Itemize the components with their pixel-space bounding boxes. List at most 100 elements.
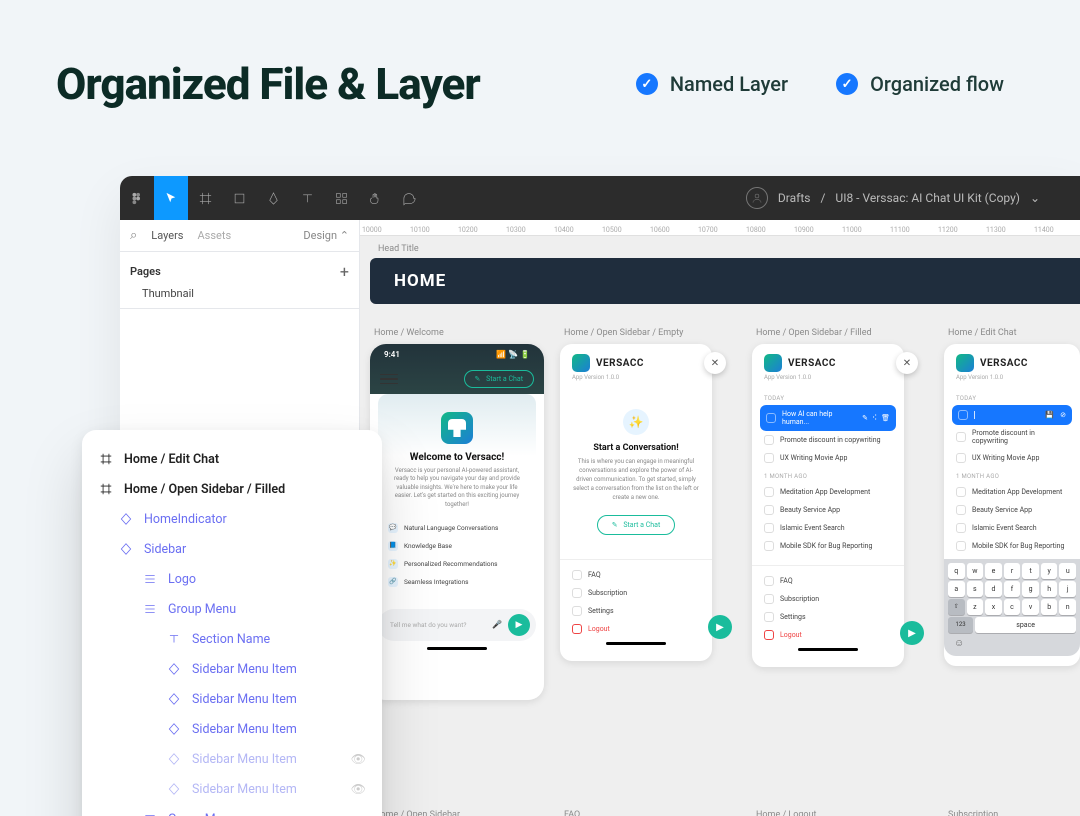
welcome-title: Welcome to Versacc! [388,452,526,463]
home-indicator [606,642,666,645]
figma-canvas[interactable]: 1000010100102001030010400105001060010700… [360,220,1080,816]
layer-group[interactable]: Group Menu [90,594,374,624]
layer-component[interactable]: HomeIndicator [90,504,374,534]
layer-component[interactable]: Sidebar Menu Item [90,654,374,684]
frame-label: Home / Open Sidebar / Filled [756,328,904,338]
section-today: TODAY [944,389,1080,405]
sidebar-item[interactable]: Promote discount in copywriting [752,431,904,449]
diamond-icon [166,751,182,767]
layer-component[interactable]: Sidebar Menu Item [90,684,374,714]
chevron-down-icon[interactable]: ⌄ [1030,191,1040,205]
sidebar-item[interactable]: Meditation App Development [752,483,904,501]
sidebar-logout[interactable]: Logout [560,620,712,638]
send-button: ▶ [900,621,924,645]
layer-component[interactable]: Sidebar [90,534,374,564]
phone-welcome[interactable]: 9:41 📶 📡 🔋 ✎ Start a Chat Welcome to Ver… [370,344,544,700]
mic-icon[interactable]: 🎤 [492,620,502,629]
sidebar-item[interactable]: Mobile SDK for Bug Reporting [752,537,904,555]
diamond-icon [118,511,134,527]
status-icons: 📶 📡 🔋 [496,350,530,359]
layer-text[interactable]: Section Name [90,624,374,654]
sidebar-logout[interactable]: Logout [752,626,904,644]
section-month: 1 MONTH AGO [752,467,904,483]
home-indicator [798,648,858,651]
sidebar-item[interactable]: Meditation App Development [944,483,1080,501]
home-title-frame[interactable]: HOME [370,258,1080,304]
frame-label: FAQ [564,810,580,816]
sidebar-settings[interactable]: Settings [560,602,712,620]
sidebar-faq[interactable]: FAQ [560,566,712,584]
send-button[interactable]: ▶ [508,614,530,636]
layer-group[interactable]: Group Menu [90,804,374,816]
user-avatar-icon [746,187,768,209]
sidebar-item[interactable]: Promote discount in copywriting [944,425,1080,449]
frame-tool-icon[interactable] [188,176,222,220]
send-button: ▶ [708,615,732,639]
diamond-icon [166,781,182,797]
close-icon[interactable]: ✕ [704,352,726,374]
head-title-label: Head Title [378,244,419,254]
chat-icon: 💬 [388,523,398,533]
sidebar-subscription[interactable]: Subscription [560,584,712,602]
figma-logo-icon[interactable] [120,176,154,220]
app-version: App Version 1.0.0 [944,374,1080,389]
sidebar-item-editing[interactable]: 💾⊘ [952,405,1072,425]
sidebar-item[interactable]: UX Writing Movie App [752,449,904,467]
emoji-icon[interactable]: ☺ [954,638,964,649]
move-tool-icon[interactable] [154,176,188,220]
text-tool-icon[interactable] [290,176,324,220]
shape-tool-icon[interactable] [222,176,256,220]
group-icon [142,811,158,816]
diamond-icon [166,691,182,707]
wand-icon: ✨ [623,409,649,435]
book-icon: 📘 [388,541,398,551]
sidebar-empty[interactable]: ✕ VERSACC App Version 1.0.0 ✨ Start a Co… [560,344,712,661]
visibility-icon[interactable]: 👁 [351,782,366,796]
start-chat-button[interactable]: ✎ Start a Chat [597,515,676,535]
close-icon[interactable]: ✕ [896,352,918,374]
layer-component[interactable]: Sidebar Menu Item [90,714,374,744]
layer-frame[interactable]: Home / Open Sidebar / Filled [90,474,374,504]
visibility-icon[interactable]: 👁 [351,752,366,766]
conv-title: Start a Conversation! [572,443,700,453]
hand-tool-icon[interactable] [358,176,392,220]
page-row[interactable]: Thumbnail [130,281,349,302]
sidebar-item[interactable]: Beauty Service App [944,501,1080,519]
search-icon[interactable]: ⌕ [130,228,137,243]
tab-layers[interactable]: Layers [151,229,183,242]
keyboard[interactable]: qwertyu asdfghj ⇧zxcvbn 123space ☺ [944,559,1080,656]
sidebar-faq[interactable]: FAQ [752,572,904,590]
frame-label: Home / Open Sidebar [374,810,460,816]
app-logo-icon [441,412,473,444]
hamburger-icon[interactable] [380,370,398,388]
layer-component-hidden[interactable]: Sidebar Menu Item 👁 [90,744,374,774]
figma-breadcrumb[interactable]: Drafts/ UI8 - Verssac: AI Chat UI Kit (C… [746,187,1040,209]
chat-input[interactable]: Tell me what do you want? 🎤 ▶ [378,609,536,641]
sidebar-item[interactable]: Islamic Event Search [752,519,904,537]
tab-assets[interactable]: Assets [197,229,231,242]
feature-badges: ✓ Named Layer ✓ Organized flow [636,72,1004,96]
page-title: Organized File & Layer [56,58,480,110]
pages-heading: Pages [130,265,161,278]
app-version: App Version 1.0.0 [560,374,712,389]
layer-group[interactable]: Logo [90,564,374,594]
sidebar-item-active[interactable]: How AI can help human...✎⠪🗑 [760,405,896,431]
layer-component-hidden[interactable]: Sidebar Menu Item 👁 [90,774,374,804]
add-page-button[interactable]: + [340,262,349,281]
sidebar-subscription[interactable]: Subscription [752,590,904,608]
sidebar-edit[interactable]: VERSACC App Version 1.0.0 TODAY 💾⊘ Promo… [944,344,1080,666]
sidebar-settings[interactable]: Settings [752,608,904,626]
layer-frame[interactable]: Home / Edit Chat [90,444,374,474]
start-chat-button[interactable]: ✎ Start a Chat [464,370,535,388]
comment-tool-icon[interactable] [392,176,426,220]
sidebar-filled[interactable]: ✕ VERSACC App Version 1.0.0 TODAY How AI… [752,344,904,667]
sidebar-item[interactable]: Islamic Event Search [944,519,1080,537]
link-icon: 🔗 [388,577,398,587]
tab-design[interactable]: Design ⌃ [303,229,349,242]
sidebar-item[interactable]: UX Writing Movie App [944,449,1080,467]
sidebar-item[interactable]: Mobile SDK for Bug Reporting [944,537,1080,555]
sidebar-item[interactable]: Beauty Service App [752,501,904,519]
welcome-desc: Versacc is your personal AI-powered assi… [388,467,526,509]
pen-tool-icon[interactable] [256,176,290,220]
resources-icon[interactable] [324,176,358,220]
